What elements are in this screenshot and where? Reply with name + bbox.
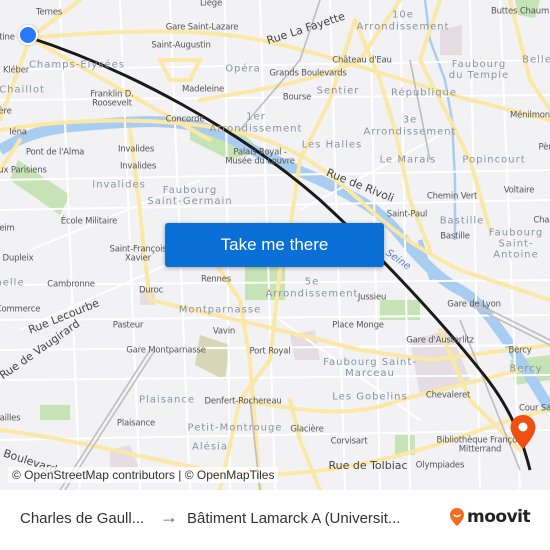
moovit-logo-text: moovit [467, 507, 531, 527]
label-franklin-roosevelt: Franklin D. Roosevelt [90, 89, 134, 109]
map-attribution[interactable]: © OpenStreetMap contributors | © OpenMap… [8, 467, 279, 483]
label-charonne: Char [533, 215, 550, 226]
label-bercy: Bercy [508, 345, 532, 356]
label-le-marais: Le Marais [379, 154, 437, 166]
label-buttes-chaumont: Buttes Chaum [490, 6, 550, 17]
label-dupleix: Dupleix [2, 253, 34, 264]
label-republique: République [390, 87, 458, 99]
moovit-logo[interactable]: moovit [449, 507, 531, 527]
label-1er-num: 1er [246, 111, 266, 123]
label-les-gobelins: Les Gobelins [332, 391, 408, 403]
label-saint-paul: Saint-Paul [386, 209, 428, 220]
label-etoile: tine [0, 32, 15, 43]
label-voltaire: Voltaire [503, 185, 535, 196]
label-faubourg-saint-marceau: Faubourg Saint-Marceau [323, 357, 417, 379]
label-5e-num: 5e [304, 276, 320, 288]
label-place-monge: Place Monge [332, 320, 384, 331]
label-faubourg-du-temple: Faubourg du Temple [448, 59, 510, 81]
label-vavin: Vavin [212, 326, 236, 337]
label-concorde: Concorde [165, 114, 205, 125]
label-popincourt: Popincourt [462, 154, 526, 166]
route-footer: Charles de Gaull... → Bâtiment Lamarck A… [0, 490, 550, 550]
label-commerce: Commerce [0, 304, 41, 315]
label-3e-num: 3e [402, 114, 418, 126]
label-chaillot: Chaillot [0, 84, 45, 96]
label-3e: Arrondissement [363, 126, 457, 138]
label-kleber: Kléber [2, 65, 30, 76]
destination-pin-icon[interactable] [509, 414, 537, 450]
label-pont-alma: Pont de l'Alma [25, 147, 85, 158]
destination-name: Bâtiment Lamarck A (Universit... [187, 510, 401, 527]
label-ecole-militaire: École Militaire [60, 216, 118, 227]
label-liege: Liège [200, 0, 222, 9]
label-chemin-vert: Chemin Vert [426, 191, 478, 202]
label-denfert-rochereau: Denfert-Rochereau [204, 396, 282, 407]
label-les-halles: Les Halles [301, 139, 363, 151]
label-5e: Arrondissement [265, 288, 359, 300]
label-belleville: Belle [522, 54, 550, 66]
park-georges-brassens [40, 405, 70, 420]
cemetery-montparnasse [195, 335, 230, 380]
label-chateau-deau: Château d'Eau [332, 55, 392, 66]
label-menilmontant: Ménilmon [510, 110, 550, 121]
label-bourse: Bourse [282, 92, 312, 103]
label-plaisance-district: Plaisance [138, 394, 196, 406]
label-bastille-district: Bastille [439, 215, 485, 227]
label-iena: Iéna [9, 127, 27, 138]
label-grands-boulevards: Grands Boulevards [269, 68, 347, 79]
label-10e-num: 10e [392, 9, 414, 21]
label-egouts: aux Parisiens [0, 165, 47, 176]
label-versailles: ailles [0, 413, 21, 424]
label-invalides-1: Invalides [117, 144, 155, 155]
label-olympiades: Olympiades [415, 460, 465, 471]
origin-marker[interactable] [18, 25, 38, 45]
label-10e: Arrondissement [356, 21, 450, 33]
label-duroc: Duroc [138, 285, 164, 296]
label-iere: ière [0, 106, 12, 117]
label-gare-montparnasse: Gare Montparnasse [126, 345, 206, 356]
label-gare-saint-lazare: Gare Saint-Lazare [165, 22, 239, 33]
label-sentier: Sentier [316, 85, 360, 97]
label-bercy-district: Bercy [509, 363, 543, 375]
moovit-pin-icon [450, 508, 464, 526]
label-rennes: Rennes [201, 274, 231, 285]
label-eim: eim [0, 223, 15, 234]
label-saint-francois-xavier: Saint-François Xavier [109, 244, 167, 264]
label-jussieu: Jussieu [357, 292, 387, 303]
label-opera: Opéra [225, 63, 261, 75]
label-gare-de-lyon: Gare de Lyon [447, 299, 501, 310]
label-grenelle: nelle [0, 277, 25, 289]
take-me-there-button[interactable]: Take me there [165, 223, 384, 267]
label-1er: Arrondissement [209, 123, 303, 135]
label-rue-de-tolbiac: Rue de Tolbiac [328, 458, 408, 472]
label-champs-elysees: Champs-Elysées [28, 59, 126, 71]
label-chevaleret: Chevaleret [425, 390, 471, 401]
label-madeleine: Madeleine [182, 84, 224, 95]
label-petit-montrouge: Petit-Montrouge [187, 422, 283, 434]
label-pasteur: Pasteur [112, 320, 144, 331]
label-invalides-district: Invalides [92, 179, 146, 191]
label-palais-royal: Palais Royal - Musée du Louvre [225, 147, 295, 167]
label-pere-lachaise: Pèr [538, 142, 550, 153]
label-alesia: Alésia [192, 441, 228, 453]
label-gare-austerlitz: Gare d'Austerlitz [406, 335, 474, 346]
label-corvisart: Corvisart [330, 436, 368, 447]
label-bastille: Bastille [440, 231, 470, 242]
label-saint-augustin: Saint-Augustin [151, 40, 211, 51]
label-faubourg-saint-germain: Faubourg Saint-Germain [147, 185, 233, 207]
label-montparnasse: Montparnasse [178, 304, 262, 316]
label-faubourg-saint-antoine: Faubourg Saint-Antoine [488, 227, 544, 261]
arrow-right-icon: → [160, 507, 178, 527]
label-plaisance: Plaisance [116, 418, 156, 429]
label-invalides-2: Invalides [119, 161, 157, 172]
label-cour-saint-emilion: Cour Sa [519, 403, 550, 414]
label-port-royal: Port Royal [249, 346, 291, 357]
map[interactable]: Liège Ternes Gare Saint-Lazare Rue La Fa… [0, 0, 550, 490]
label-cambronne: Cambronne [47, 279, 95, 290]
origin-name: Charles de Gaull... [20, 510, 145, 527]
label-glaciere: Glacière [290, 424, 324, 435]
label-ternes: Ternes [35, 7, 63, 18]
